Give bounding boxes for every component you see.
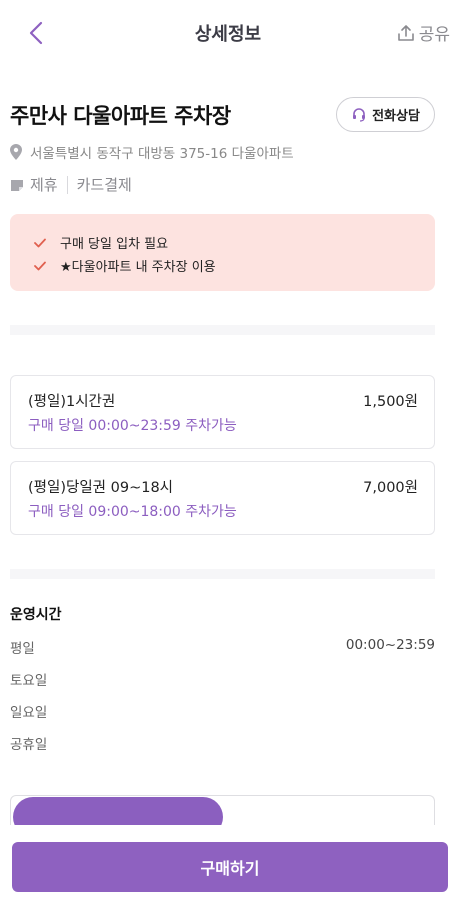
ticket-item-daily[interactable]: (평일)당일권 09~18시 7,000원 구매 당일 09:00~18:00 … <box>10 461 435 535</box>
share-label: 공유 <box>418 25 450 45</box>
hours-day: 토요일 <box>10 673 48 689</box>
page-title: 상세정보 <box>194 24 262 45</box>
ticket-name: (평일)당일권 09~18시 <box>28 480 174 496</box>
check-icon <box>34 238 46 247</box>
section-divider <box>10 325 435 335</box>
hours-time: 00:00~23:59 <box>345 637 435 653</box>
phone-consult-button[interactable]: 전화상담 <box>336 97 435 132</box>
notice-text: 구매 당일 입차 필요 <box>60 237 169 252</box>
top-bar: 상세정보 공유 <box>0 0 456 66</box>
phone-consult-label: 전화상담 <box>372 109 420 124</box>
notice-box: 구매 당일 입차 필요 ★다울아파트 내 주차장 이용 <box>10 214 435 291</box>
tag-row: 제휴 카드결제 <box>10 174 132 195</box>
tag-partner: 제휴 <box>30 176 58 194</box>
hours-row-weekday: 평일 00:00~23:59 <box>10 637 435 657</box>
headset-icon <box>353 107 366 122</box>
ticket-name: (평일)1시간권 <box>28 394 116 410</box>
tag-divider <box>66 175 68 194</box>
notice-text: ★다울아파트 내 주차장 이용 <box>60 260 216 275</box>
card-tab-pill[interactable] <box>13 797 223 825</box>
purchase-button[interactable]: 구매하기 <box>12 842 448 892</box>
ticket-price: 7,000원 <box>363 480 418 496</box>
ticket-price: 1,500원 <box>363 394 418 410</box>
hours-day: 일요일 <box>10 705 48 721</box>
notice-item: 구매 당일 입차 필요 <box>34 231 411 254</box>
address-row: 서울특별시 동작구 대방동 375-16 다울아파트 <box>10 142 294 162</box>
share-button[interactable]: 공유 <box>397 20 450 45</box>
ticket-item-hourly[interactable]: (평일)1시간권 1,500원 구매 당일 00:00~23:59 주차가능 <box>10 375 435 449</box>
tag-card-payment: 카드결제 <box>76 176 132 194</box>
ticket-description: 구매 당일 09:00~18:00 주차가능 <box>28 504 237 520</box>
hours-day: 평일 <box>10 641 35 657</box>
partially-visible-card <box>10 795 435 825</box>
parking-lot-name: 주만사 다울아파트 주차장 <box>10 104 231 128</box>
hours-row-sunday: 일요일 <box>10 701 435 721</box>
location-pin-icon <box>10 144 22 160</box>
address-text: 서울특별시 동작구 대방동 375-16 다울아파트 <box>30 146 294 162</box>
share-icon <box>397 24 414 41</box>
hours-row-holiday: 공휴일 <box>10 733 435 753</box>
notice-item: ★다울아파트 내 주차장 이용 <box>34 254 411 277</box>
card-icon <box>11 179 23 191</box>
section-divider <box>10 569 435 579</box>
ticket-description: 구매 당일 00:00~23:59 주차가능 <box>28 418 237 434</box>
operating-hours-title: 운영시간 <box>10 607 62 623</box>
check-icon <box>34 261 46 270</box>
hours-day: 공휴일 <box>10 737 48 753</box>
hours-row-saturday: 토요일 <box>10 669 435 689</box>
